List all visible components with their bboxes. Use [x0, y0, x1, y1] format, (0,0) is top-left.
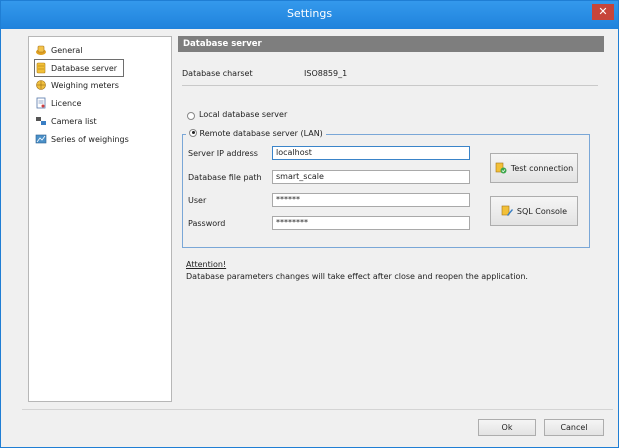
db-path-input[interactable]: smart_scale: [272, 170, 470, 184]
sidebar-item-camera-list[interactable]: Camera list: [35, 113, 97, 129]
settings-window: Settings ✕ General Database server Weigh…: [0, 0, 619, 448]
sidebar-item-label: Camera list: [51, 116, 97, 126]
user-input[interactable]: ******: [272, 193, 470, 207]
radio-remote-label: Remote database server (LAN): [199, 129, 323, 138]
ok-label: Ok: [501, 423, 513, 432]
test-connection-label: Test connection: [510, 163, 574, 173]
attention-text: Database parameters changes will take ef…: [186, 272, 528, 281]
test-connection-icon: [495, 162, 507, 174]
close-icon: ✕: [598, 5, 608, 18]
database-server-panel: Database server Database charset ISO8859…: [178, 36, 604, 400]
db-path-label: Database file path: [188, 173, 262, 182]
cancel-button[interactable]: Cancel: [544, 419, 604, 436]
sidebar-item-general[interactable]: General: [35, 42, 83, 58]
password-label: Password: [188, 219, 226, 228]
dialog-footer: Ok Cancel: [22, 409, 613, 442]
sidebar-item-label: Weighing meters: [51, 80, 119, 90]
sql-console-button[interactable]: SQL Console: [490, 196, 578, 226]
radio-remote-server[interactable]: [189, 128, 197, 137]
window-title: Settings: [286, 7, 333, 20]
client-area: General Database server Weighing meters …: [22, 29, 613, 441]
charset-label: Database charset: [182, 69, 253, 78]
close-button[interactable]: ✕: [592, 4, 614, 20]
charset-value: ISO8859_1: [304, 69, 348, 78]
section-header: Database server: [178, 36, 604, 52]
attention-title: Attention!: [186, 260, 227, 269]
server-ip-input[interactable]: localhost: [272, 146, 470, 160]
title-bar[interactable]: Settings ✕: [1, 1, 618, 29]
database-icon: [35, 62, 47, 74]
sidebar-item-label: Licence: [51, 98, 82, 108]
settings-sidebar: General Database server Weighing meters …: [28, 36, 172, 402]
weighing-meters-icon: [35, 79, 47, 91]
divider: [182, 85, 598, 86]
licence-icon: [35, 97, 47, 109]
server-ip-label: Server IP address: [188, 149, 258, 158]
sidebar-item-label: Series of weighings: [51, 134, 129, 144]
radio-local-server[interactable]: [187, 112, 195, 120]
camera-list-icon: [35, 115, 47, 127]
sidebar-item-label: Database server: [51, 63, 118, 73]
sidebar-item-series-of-weighings[interactable]: Series of weighings: [35, 131, 129, 147]
password-input[interactable]: ********: [272, 216, 470, 230]
sidebar-item-licence[interactable]: Licence: [35, 95, 81, 111]
sql-console-icon: [501, 205, 513, 217]
sidebar-item-database-server[interactable]: Database server: [34, 59, 125, 77]
sidebar-item-weighing-meters[interactable]: Weighing meters: [35, 77, 119, 93]
series-icon: [35, 133, 47, 145]
cancel-label: Cancel: [560, 423, 588, 432]
ok-button[interactable]: Ok: [478, 419, 536, 436]
sidebar-item-label: General: [51, 45, 83, 55]
sql-console-label: SQL Console: [516, 206, 568, 216]
test-connection-button[interactable]: Test connection: [490, 153, 578, 183]
radio-local-label: Local database server: [199, 110, 288, 119]
general-icon: [35, 44, 47, 56]
user-label: User: [188, 196, 207, 205]
radio-remote-group: Remote database server (LAN): [186, 128, 326, 140]
